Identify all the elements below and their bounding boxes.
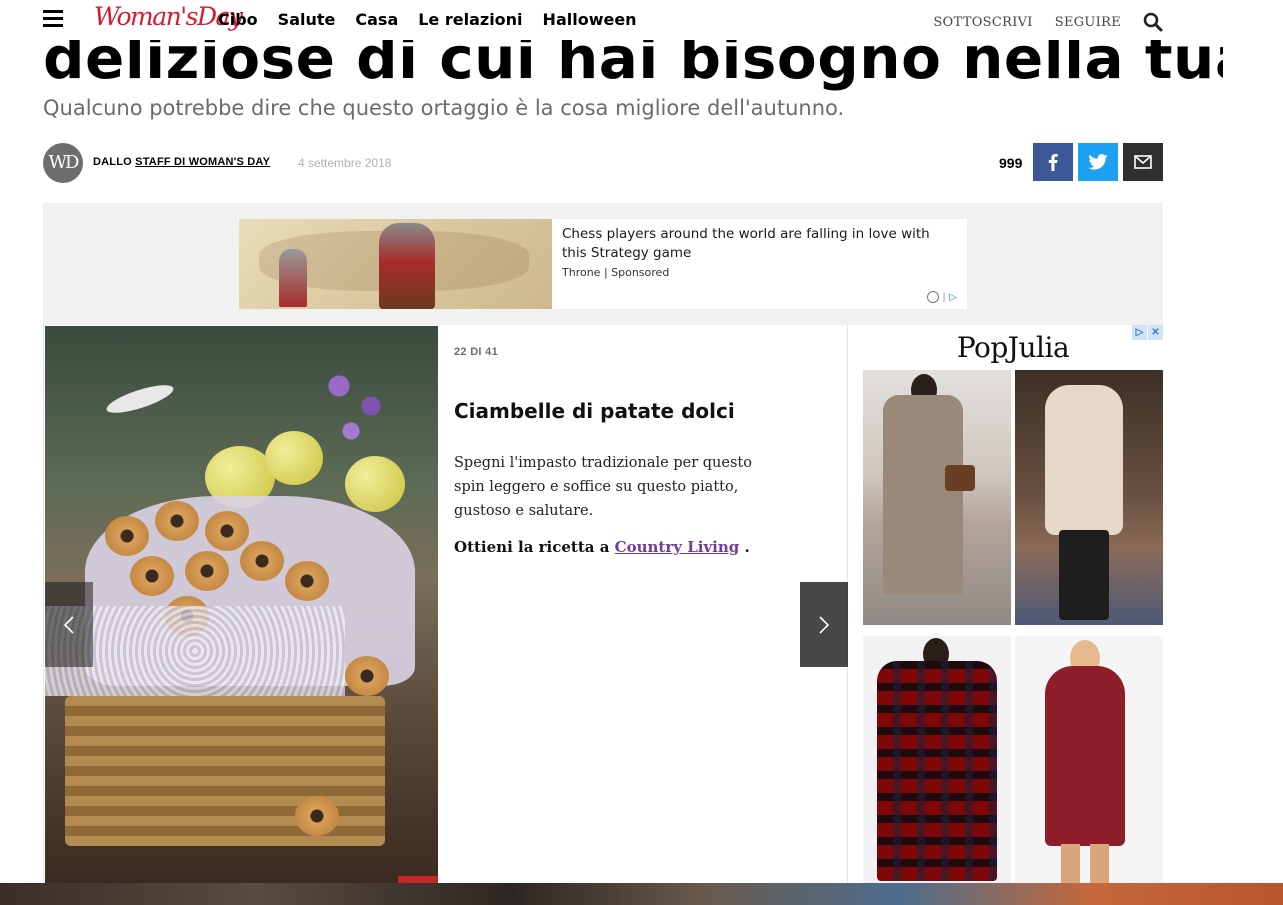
slide-title: Ciambelle di patate dolci xyxy=(454,399,735,423)
nav-link-halloween[interactable]: Halloween xyxy=(543,10,637,29)
author-avatar[interactable]: WD xyxy=(43,143,83,183)
recipe-cta: Ottieni la ricetta a Country Living . xyxy=(454,538,750,556)
byline-author: DALLO STAFF DI WOMAN'S DAY xyxy=(93,156,270,168)
ad-product-image[interactable] xyxy=(863,370,1011,625)
share-count: 999 xyxy=(999,155,1023,171)
ad-title[interactable]: Chess players around the world are falli… xyxy=(562,225,952,263)
author-link[interactable]: STAFF DI WOMAN'S DAY xyxy=(135,156,270,168)
ad-sponsor: Throne | Sponsored xyxy=(562,266,670,279)
email-share-button[interactable] xyxy=(1123,143,1163,181)
twitter-share-button[interactable] xyxy=(1078,143,1118,181)
nav-link-relazioni[interactable]: Le relazioni xyxy=(418,10,522,29)
facebook-icon xyxy=(1048,154,1058,171)
chevron-left-icon xyxy=(63,615,74,634)
hamburger-icon[interactable] xyxy=(43,10,63,28)
ad-brand: PopJulia xyxy=(956,331,1070,364)
slide-photo xyxy=(45,326,438,884)
article-subtitle: Qualcuno potrebbe dire che questo ortagg… xyxy=(43,96,845,120)
chevron-right-icon xyxy=(819,615,830,634)
side-ad[interactable]: ▷ ✕ PopJulia xyxy=(863,325,1163,885)
recipe-cta-prefix: Ottieni la ricetta a xyxy=(454,538,610,556)
ad-product-image[interactable] xyxy=(1015,370,1163,625)
article-byline: WD DALLO STAFF DI WOMAN'S DAY 4 settembr… xyxy=(43,143,1163,183)
recipe-cta-suffix: . xyxy=(744,538,750,556)
ad-product-image[interactable] xyxy=(1015,636,1163,885)
previous-slide-button[interactable] xyxy=(45,582,93,667)
ad-image xyxy=(239,219,552,309)
nav-link-casa[interactable]: Casa xyxy=(355,10,398,29)
nav-link-salute[interactable]: Salute xyxy=(278,10,336,29)
nav-actions: SOTTOSCRIVI SEGUIRE xyxy=(933,12,1163,32)
ad-band: Chess players around the world are falli… xyxy=(43,203,1163,325)
twitter-icon xyxy=(1088,154,1108,170)
nav-links: Cibo Salute Casa Le relazioni Halloween xyxy=(218,10,637,29)
ad-product-image[interactable] xyxy=(863,636,1011,885)
subscribe-link[interactable]: SOTTOSCRIVI xyxy=(933,15,1032,30)
slide-counter: 22 DI 41 xyxy=(454,346,498,358)
slideshow: 22 DI 41 Ciambelle di patate dolci Spegn… xyxy=(43,325,848,885)
facebook-share-button[interactable] xyxy=(1033,143,1073,181)
recipe-source-link[interactable]: Country Living xyxy=(615,538,740,556)
follow-link[interactable]: SEGUIRE xyxy=(1055,15,1121,30)
slide-body: Spegni l'impasto tradizionale per questo… xyxy=(454,455,752,519)
next-slide-button[interactable] xyxy=(800,582,848,667)
email-icon xyxy=(1134,155,1152,169)
sponsored-ad[interactable]: Chess players around the world are falli… xyxy=(239,219,967,309)
top-navigation: Woman'sDay Cibo Salute Casa Le relazioni… xyxy=(0,0,1283,40)
byline-prefix: DALLO xyxy=(93,156,132,168)
adchoices-icon[interactable]: | ▷ xyxy=(926,291,957,303)
nav-link-cibo[interactable]: Cibo xyxy=(218,10,258,29)
publish-date: 4 settembre 2018 xyxy=(298,156,392,170)
bottom-banner xyxy=(0,883,1283,905)
search-icon[interactable] xyxy=(1143,12,1163,32)
